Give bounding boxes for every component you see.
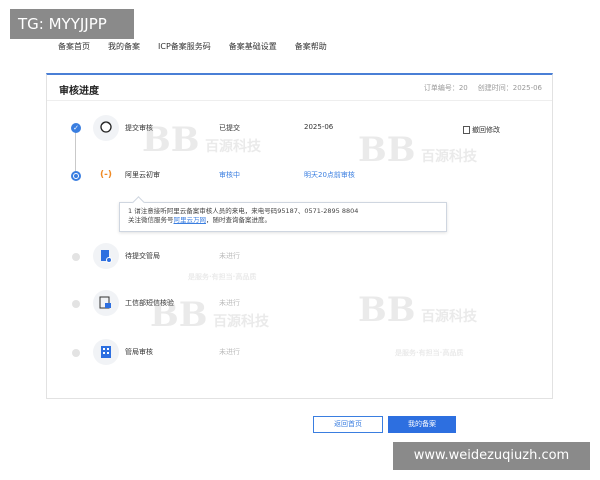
step-status: 未进行 <box>219 252 240 260</box>
step-name: 工信部短信核验 <box>125 299 174 307</box>
step-name: 阿里云初审 <box>125 171 160 179</box>
edit-icon <box>463 126 470 134</box>
nav-basic-settings[interactable]: 备案基础设置 <box>229 41 277 52</box>
step-status: 审核中 <box>219 171 240 179</box>
pending-step-icon <box>72 349 80 357</box>
nav-my-filing[interactable]: 我的备案 <box>108 41 140 52</box>
step-connector <box>75 131 76 176</box>
step-status: 未进行 <box>219 348 240 356</box>
notice-tooltip: 1 请注意接听阿里云备案审核人员的来电，来电号码95187、0571-2895 … <box>119 202 447 232</box>
withdraw-modify-label: 撤回修改 <box>472 126 500 134</box>
nav-icp-code[interactable]: ICP备案服务码 <box>158 41 211 52</box>
withdraw-modify-button[interactable]: 撤回修改 <box>463 125 500 135</box>
wechat-account-link[interactable]: 阿里云万网 <box>174 216 207 224</box>
step-status: 未进行 <box>219 299 240 307</box>
step-name: 提交审核 <box>125 124 153 132</box>
step-eta: 明天20点前审核 <box>304 171 355 179</box>
step-status: 已提交 <box>219 124 240 132</box>
page-title: 审核进度 <box>59 86 99 97</box>
notice-line-2: 关注微信服务号阿里云万网，随时查询备案进度。 <box>128 216 271 224</box>
my-filing-button[interactable]: 我的备案 <box>388 416 456 433</box>
avatar-icon <box>93 115 119 141</box>
step-time: 2025-06 <box>304 123 334 131</box>
sms-verify-icon <box>93 290 119 316</box>
pending-step-icon <box>72 253 80 261</box>
building-icon <box>93 339 119 365</box>
tg-overlay-label: TG: MYYJJPP <box>10 9 134 39</box>
active-step-icon <box>71 171 81 181</box>
pending-step-icon <box>72 300 80 308</box>
alibaba-cloud-icon: (-) <box>93 162 119 188</box>
order-meta: 订单编号：20 创建时间：2025-06 <box>424 83 542 93</box>
nav-help[interactable]: 备案帮助 <box>295 41 327 52</box>
check-icon: ✓ <box>71 123 81 133</box>
url-overlay-label: www.weidezuqiuzh.com <box>393 442 590 470</box>
progress-panel: 审核进度 订单编号：20 创建时间：2025-06 ✓ 提交审核 已提交 202… <box>46 73 553 399</box>
back-home-button[interactable]: 返回首页 <box>313 416 383 433</box>
step-name: 待提交管局 <box>125 252 160 260</box>
step-name: 管局审核 <box>125 348 153 356</box>
nav-home[interactable]: 备案首页 <box>58 41 90 52</box>
submit-icon <box>93 243 119 269</box>
order-number: 订单编号：20 <box>423 84 468 92</box>
notice-line-1: 1 请注意接听阿里云备案审核人员的来电，来电号码95187、0571-2895 … <box>128 207 359 215</box>
top-nav: 备案首页 我的备案 ICP备案服务码 备案基础设置 备案帮助 <box>58 41 327 52</box>
created-time: 创建时间：2025-06 <box>477 84 542 92</box>
header-divider <box>47 100 552 101</box>
